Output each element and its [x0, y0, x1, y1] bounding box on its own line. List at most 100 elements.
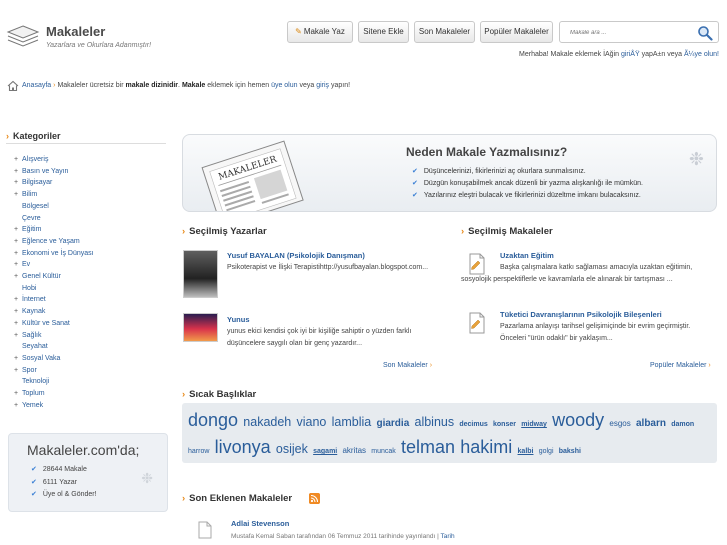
tag-link[interactable]: kalbi [518, 448, 534, 455]
plus-icon[interactable]: + [14, 177, 22, 189]
category-link[interactable]: Bölgesel [22, 203, 49, 210]
tag-link[interactable]: harrow [188, 448, 209, 455]
category-item[interactable]: Seyahat [14, 341, 94, 353]
plus-icon[interactable]: + [14, 294, 22, 306]
tag-link[interactable]: viano [297, 415, 327, 429]
category-item[interactable]: + İnternet [14, 294, 94, 306]
author-avatar[interactable] [183, 313, 218, 342]
category-item[interactable]: + Kaynak [14, 306, 94, 318]
latest-article-title-link[interactable]: Adlai Stevenson [231, 519, 289, 528]
rss-icon[interactable] [309, 493, 320, 504]
tag-link[interactable]: albarn [636, 418, 666, 429]
popular-articles-link[interactable]: Popüler Makaleler › [650, 362, 711, 369]
register-link[interactable]: Ã¼ye olun! [684, 51, 719, 58]
latest-articles-button[interactable]: Son Makaleler [414, 21, 475, 43]
category-item[interactable]: + Eğitim [14, 224, 94, 236]
tag-link[interactable]: hakimi [460, 437, 512, 457]
tag-link[interactable]: decimus [459, 421, 487, 428]
tag-link[interactable]: telman [401, 437, 455, 457]
login-link[interactable]: giriÅŸ [621, 51, 640, 58]
category-link[interactable]: Kaynak [22, 308, 45, 315]
article-title-link[interactable]: Uzaktan Eğitim [500, 251, 554, 260]
search-icon[interactable] [697, 25, 713, 41]
add-to-site-button[interactable]: Sitene Ekle [358, 21, 409, 43]
category-link[interactable]: Ekonomi ve İş Dünyası [22, 250, 94, 257]
plus-icon[interactable]: + [14, 388, 22, 400]
site-name[interactable]: Makaleler [46, 24, 105, 39]
category-link[interactable]: Yemek [22, 402, 43, 409]
category-link[interactable]: Eğitim [22, 226, 41, 233]
category-link[interactable]: Hobi [22, 285, 36, 292]
tag-link[interactable]: akritas [342, 446, 366, 455]
author-avatar[interactable] [183, 250, 218, 298]
plus-icon[interactable]: + [14, 306, 22, 318]
category-item[interactable]: + Spor [14, 365, 94, 377]
plus-icon[interactable]: + [14, 400, 22, 412]
breadcrumb-login-link[interactable]: giriş [316, 82, 329, 89]
category-item[interactable]: Teknoloji [14, 376, 94, 388]
category-link[interactable]: Bilim [22, 191, 37, 198]
breadcrumb-register-link[interactable]: üye olun [271, 82, 297, 89]
tag-link[interactable]: damon [671, 421, 694, 428]
category-item[interactable]: + Bilgisayar [14, 177, 94, 189]
tag-link[interactable]: dongo [188, 410, 238, 430]
tag-link[interactable]: golgi [539, 448, 554, 455]
tag-link[interactable]: lamblia [332, 415, 372, 429]
category-link[interactable]: Spor [22, 367, 37, 374]
category-item[interactable]: + Yemek [14, 400, 94, 412]
category-item[interactable]: + Bilim [14, 189, 94, 201]
latest-article-category-link[interactable]: Tarih [440, 533, 454, 540]
tag-link[interactable]: muncak [371, 448, 396, 455]
category-item[interactable]: Çevre [14, 213, 94, 225]
category-link[interactable]: Genel Kültür [22, 273, 61, 280]
category-item[interactable]: + Basın ve Yayın [14, 166, 94, 178]
article-title-link[interactable]: Tüketici Davranışlarının Psikolojik Bile… [500, 310, 662, 319]
plus-icon[interactable]: + [14, 259, 22, 271]
category-link[interactable]: Çevre [22, 215, 41, 222]
category-item[interactable]: Hobi [14, 283, 94, 295]
category-link[interactable]: Teknoloji [22, 378, 49, 385]
category-item[interactable]: + Genel Kültür [14, 271, 94, 283]
tag-link[interactable]: albinus [415, 415, 455, 429]
category-link[interactable]: Eğlence ve Yaşam [22, 238, 80, 245]
author-name-link[interactable]: Yusuf BAYALAN (Psikolojik Danışman) [227, 251, 365, 260]
category-link[interactable]: Seyahat [22, 343, 48, 350]
category-link[interactable]: İnternet [22, 296, 46, 303]
logo-stack-icon[interactable] [6, 24, 40, 48]
tag-link[interactable]: osijek [276, 442, 308, 456]
tag-link[interactable]: livonya [215, 437, 271, 457]
category-link[interactable]: Basın ve Yayın [22, 168, 68, 175]
tag-link[interactable]: nakadeh [243, 415, 291, 429]
plus-icon[interactable]: + [14, 166, 22, 178]
category-link[interactable]: Toplum [22, 390, 45, 397]
plus-icon[interactable]: + [14, 271, 22, 283]
category-item[interactable]: + Toplum [14, 388, 94, 400]
category-item[interactable]: + Kültür ve Sanat [14, 318, 94, 330]
category-item[interactable]: + Sağlık [14, 330, 94, 342]
tag-link[interactable]: midway [521, 421, 547, 428]
breadcrumb-home[interactable]: Anasayfa [22, 82, 51, 89]
author-name-link[interactable]: Yunus [227, 315, 250, 324]
tag-link[interactable]: sagami [313, 448, 337, 455]
category-item[interactable]: + Eğlence ve Yaşam [14, 236, 94, 248]
popular-articles-button[interactable]: Popüler Makaleler [480, 21, 553, 43]
plus-icon[interactable]: + [14, 318, 22, 330]
plus-icon[interactable]: + [14, 353, 22, 365]
category-link[interactable]: Ev [22, 261, 30, 268]
category-item[interactable]: + Ev [14, 259, 94, 271]
tag-link[interactable]: giardia [376, 418, 409, 429]
plus-icon[interactable]: + [14, 330, 22, 342]
category-link[interactable]: Bilgisayar [22, 179, 52, 186]
category-link[interactable]: Alışveriş [22, 156, 48, 163]
plus-icon[interactable]: + [14, 224, 22, 236]
tag-link[interactable]: woody [552, 410, 604, 430]
plus-icon[interactable]: + [14, 189, 22, 201]
category-item[interactable]: + Ekonomi ve İş Dünyası [14, 248, 94, 260]
search-input[interactable] [570, 26, 690, 39]
write-article-button[interactable]: ✎ Makale Yaz [287, 21, 353, 43]
latest-articles-link[interactable]: Son Makaleler › [383, 362, 432, 369]
plus-icon[interactable]: + [14, 248, 22, 260]
category-link[interactable]: Sağlık [22, 332, 41, 339]
category-item[interactable]: + Sosyal Vaka [14, 353, 94, 365]
plus-icon[interactable]: + [14, 236, 22, 248]
